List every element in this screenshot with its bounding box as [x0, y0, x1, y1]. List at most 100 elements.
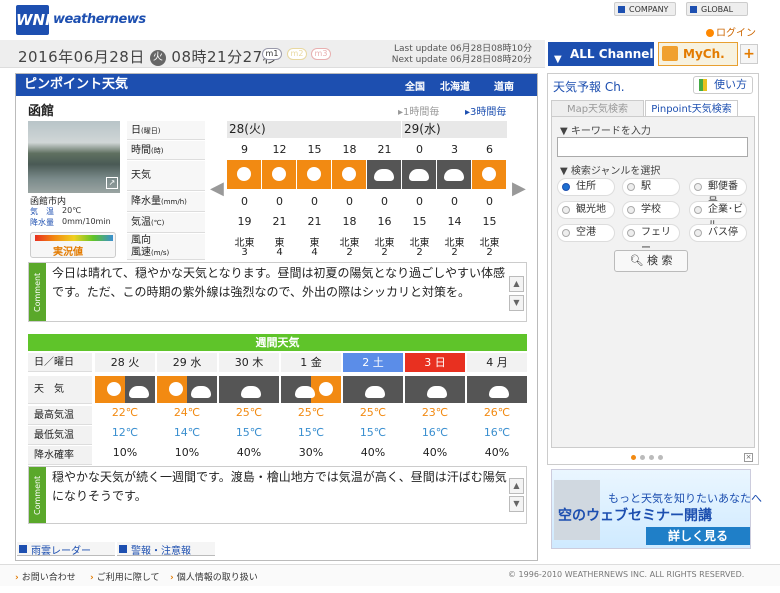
weekly-pop-cell: 30%	[298, 446, 324, 459]
scroll-down-icon[interactable]: ▼	[509, 496, 524, 512]
global-link[interactable]: GLOBAL	[686, 2, 748, 16]
radio-option[interactable]: 学校	[622, 201, 680, 219]
tab-rain-radar-label: 雨雲レーダー	[31, 546, 91, 557]
chevron-down-icon: ▼	[554, 54, 562, 65]
current-datetime: 2016年06月28日 火 08時21分27秒	[18, 46, 278, 67]
photo-temp-value: 20℃	[62, 206, 82, 215]
radio-option[interactable]: 観光地	[557, 201, 615, 219]
hourly-3-toggle[interactable]: ▸3時間毎	[465, 103, 506, 118]
expand-icon[interactable]: ↗	[106, 177, 118, 189]
badge-3[interactable]: m3	[311, 48, 331, 60]
badge-1[interactable]: m1	[262, 48, 282, 60]
hourly-1-toggle[interactable]: ▸1時間毎	[398, 103, 439, 118]
temp-label: 気温	[131, 217, 151, 228]
radio-label: 観光地	[576, 204, 606, 215]
page-dot-2[interactable]	[640, 455, 645, 460]
weekly-pop-cell: 10%	[112, 446, 138, 459]
tab-warnings[interactable]: 警報・注意報	[117, 542, 215, 557]
wind-speed-cell: 2	[451, 247, 458, 258]
radio-label: 駅	[641, 181, 651, 192]
footer-link-terms[interactable]: › ご利用に際して	[90, 570, 159, 583]
weekly-day-cell: 4 月	[467, 353, 527, 372]
scroll-up-icon[interactable]: ▲	[509, 276, 524, 292]
photo-temp-label: 気 温	[30, 207, 54, 216]
warning-icon	[119, 545, 127, 553]
tab-pinpoint-search[interactable]: Pinpoint天気検索	[645, 100, 738, 117]
time-sub: (時)	[151, 147, 164, 155]
prev-arrow-icon[interactable]: ◀	[210, 178, 224, 199]
radio-option[interactable]: バス停	[689, 224, 747, 242]
comment-tag: Comment	[29, 263, 46, 321]
my-channel-button[interactable]: MyCh.	[658, 42, 738, 66]
hour-cell: 18	[342, 143, 357, 156]
radio-option[interactable]: 駅	[622, 178, 680, 196]
wind-speed-cell: 4	[276, 247, 283, 258]
temp-cell: 19	[237, 215, 252, 228]
footer-contact-label: お問い合わせ	[21, 573, 76, 583]
usage-button[interactable]: 使い方	[693, 76, 753, 94]
brand-name[interactable]: weathernews	[53, 12, 146, 27]
comment-text-weekly: 穏やかな天気が続く一週間です。渡島・檜山地方では気温が高く、昼間は汗ばむ陽気にな…	[52, 470, 507, 503]
add-channel-button[interactable]: +	[740, 44, 758, 64]
region-link-national[interactable]: 全国	[405, 78, 425, 93]
login-link[interactable]: ログイン	[706, 24, 756, 39]
wind-speed-cell: 2	[346, 247, 353, 258]
search-button[interactable]: 🔍︎ 検 索	[614, 250, 688, 272]
wind-speed-cell: 2	[486, 247, 493, 258]
weekly-day-cell: 28 火	[95, 353, 155, 372]
wind-speed-cell: 2	[416, 247, 423, 258]
region-link-donan[interactable]: 道南	[494, 78, 514, 93]
logo[interactable]: WNI	[16, 5, 51, 35]
date-text: 2016年06月28日	[18, 48, 145, 66]
radio-label: 空港	[576, 227, 596, 238]
cloud-icon	[437, 160, 471, 189]
all-channel-button[interactable]: ▼ ALL Channel	[548, 42, 654, 66]
row-label-day: 日(曜日)	[127, 121, 205, 140]
precip-label: 降水量	[131, 196, 161, 207]
page-dot-1[interactable]	[631, 455, 636, 460]
search-label: 検 索	[646, 254, 673, 267]
radio-option[interactable]: 郵便番号	[689, 178, 747, 208]
radio-dot-icon	[694, 206, 702, 214]
row-label-precip: 降水量(mm/h)	[127, 192, 205, 212]
weekly-pop-cell: 40%	[360, 446, 386, 459]
page-dot-4[interactable]	[658, 455, 663, 460]
tab-map-search[interactable]: Map天気検索	[551, 100, 644, 117]
temp-cell: 21	[272, 215, 287, 228]
scroll-up-icon[interactable]: ▲	[509, 478, 524, 494]
radio-option[interactable]: 住所	[557, 178, 615, 196]
live-values-button[interactable]: 実況値	[30, 232, 116, 258]
footer-link-privacy[interactable]: › 個人情報の取り扱い	[170, 570, 258, 583]
radio-option[interactable]: フェリー	[622, 224, 680, 254]
badge-2[interactable]: m2	[287, 48, 307, 60]
next-arrow-icon[interactable]: ▶	[512, 178, 526, 199]
company-link[interactable]: COMPANY	[614, 2, 676, 16]
keyword-input[interactable]	[557, 137, 748, 157]
radio-option[interactable]: 企業･ビル	[689, 201, 747, 231]
wind-dir-label: 風向	[131, 235, 151, 246]
banner-more-button[interactable]: 詳しく見る	[646, 527, 750, 545]
hour-cell: 21	[377, 143, 392, 156]
arrow-icon	[706, 29, 714, 37]
footer-privacy-label: 個人情報の取り扱い	[176, 573, 258, 583]
banner-line-2: 空のウェブセミナー開講	[558, 508, 712, 524]
tab-rain-radar[interactable]: 雨雲レーダー	[17, 542, 115, 557]
precip-cell: 0	[241, 195, 248, 208]
radio-dot-icon	[627, 229, 635, 237]
weekly-day-cell: 2 土	[343, 353, 403, 372]
page-dot-3[interactable]	[649, 455, 654, 460]
region-link-hokkaido[interactable]: 北海道	[440, 78, 470, 93]
sun-icon	[227, 160, 261, 189]
scroll-down-icon[interactable]: ▼	[509, 295, 524, 311]
weekly-pop-cell: 40%	[422, 446, 448, 459]
comment-text-today: 今日は晴れて、穏やかな天気となります。昼間は初夏の陽気となり過ごしやすい体感です…	[52, 266, 506, 299]
close-icon[interactable]: ×	[744, 453, 753, 462]
radio-option[interactable]: 空港	[557, 224, 615, 242]
temp-sub: (℃)	[151, 219, 165, 227]
footer-link-contact[interactable]: › お問い合わせ	[15, 570, 76, 583]
cloud-icon	[219, 376, 279, 403]
sun-icon	[262, 160, 296, 189]
sun-icon	[297, 160, 331, 189]
radio-dot-icon	[627, 183, 635, 191]
weekday: 火	[150, 50, 167, 66]
